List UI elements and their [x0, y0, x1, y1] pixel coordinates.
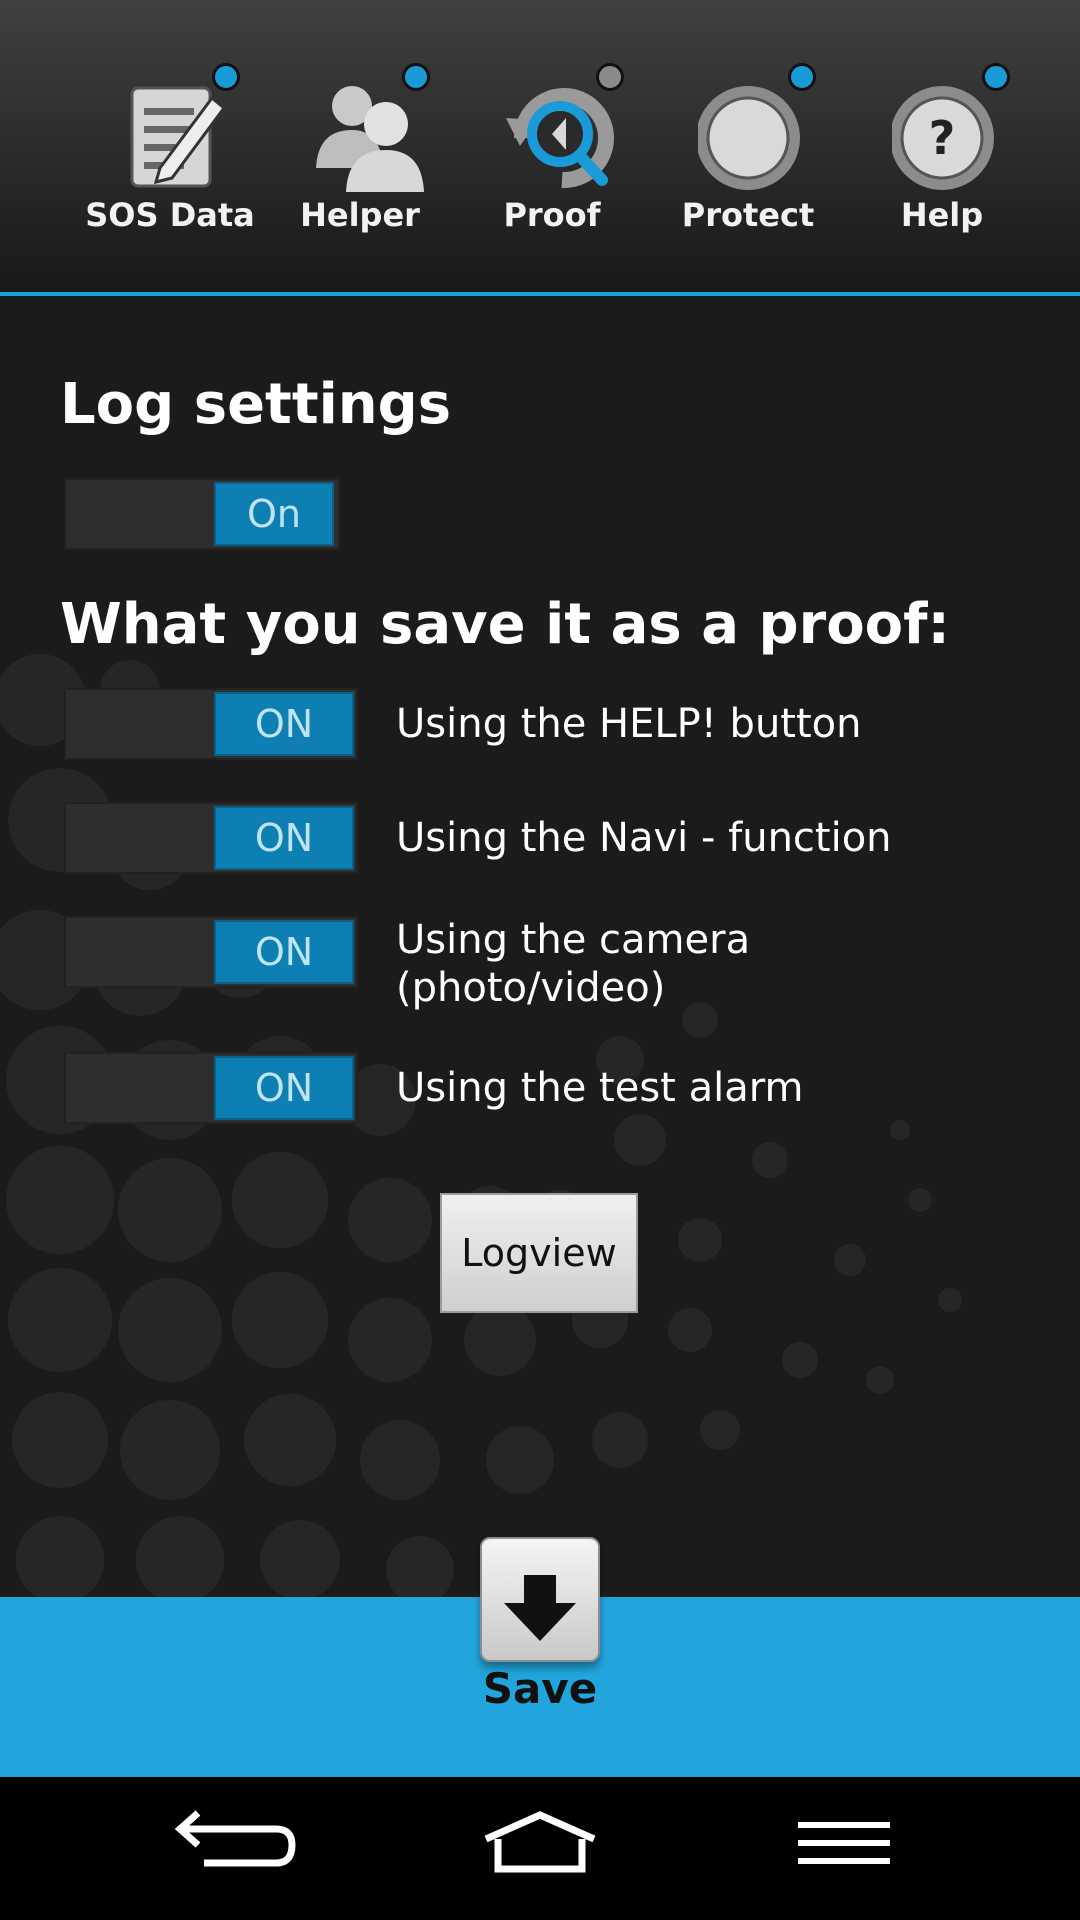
home-icon: [484, 1811, 596, 1873]
log-settings-toggle[interactable]: On: [64, 478, 340, 550]
tab-helper[interactable]: Helper: [270, 60, 450, 250]
proof-option-label: Using the camera (photo/video): [396, 917, 751, 1011]
logview-button[interactable]: Logview: [440, 1193, 638, 1313]
toggle-knob: ON: [214, 692, 354, 756]
proof-option-label: Using the Navi - function: [396, 815, 892, 861]
proof-toggle-camera[interactable]: ON: [64, 916, 358, 988]
save-label: Save: [482, 1664, 598, 1713]
tab-indicator-dot: [402, 63, 430, 91]
menu-button[interactable]: [774, 1807, 914, 1887]
back-arrow-icon: [174, 1810, 296, 1867]
tab-help[interactable]: ? Help: [852, 60, 1032, 250]
tab-proof[interactable]: Proof: [462, 60, 642, 250]
tab-indicator-dot: [982, 63, 1010, 91]
tab-indicator-dot: [788, 63, 816, 91]
tab-label: Proof: [503, 196, 601, 234]
toggle-knob: On: [214, 482, 334, 546]
download-arrow-icon: [504, 1575, 576, 1641]
proof-section-title: What you save it as a proof:: [60, 592, 950, 657]
toggle-knob: ON: [214, 806, 354, 870]
proof-toggle-test-alarm[interactable]: ON: [64, 1052, 358, 1124]
toggle-knob: ON: [214, 920, 354, 984]
proof-toggle-navi-function[interactable]: ON: [64, 802, 358, 874]
tab-label: Protect: [681, 196, 815, 234]
menu-lines-icon: [798, 1822, 890, 1864]
tab-indicator-dot: [212, 63, 240, 91]
system-navigation-bar: [0, 1777, 1080, 1920]
tab-sos-data[interactable]: SOS Data: [80, 60, 260, 250]
top-tab-bar: SOS Data Helper Proof Protect ? Help: [0, 0, 1080, 296]
svg-text:?: ?: [929, 111, 956, 165]
home-button[interactable]: [470, 1807, 610, 1887]
back-button[interactable]: [170, 1807, 310, 1887]
toggle-knob: ON: [214, 1056, 354, 1120]
tab-indicator-dot: [596, 63, 624, 91]
proof-option-label: Using the test alarm: [396, 1065, 804, 1111]
save-button[interactable]: [480, 1537, 600, 1662]
tab-label: Help: [900, 196, 984, 234]
proof-option-label: Using the HELP! button: [396, 701, 862, 747]
proof-toggle-help-button[interactable]: ON: [64, 688, 358, 760]
tab-protect[interactable]: Protect: [658, 60, 838, 250]
log-settings-title: Log settings: [60, 372, 452, 437]
tab-label: SOS Data: [85, 196, 255, 234]
tab-label: Helper: [300, 196, 420, 234]
